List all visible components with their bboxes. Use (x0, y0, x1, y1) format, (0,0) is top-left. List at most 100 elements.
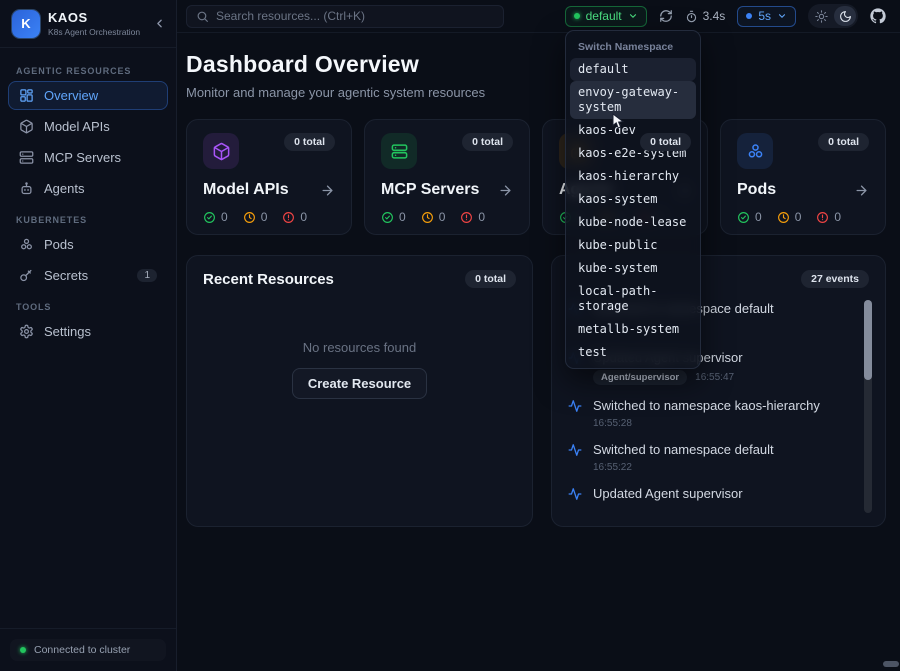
refresh-interval-selector[interactable]: 5s (737, 6, 796, 27)
card-pods[interactable]: 0 total Pods 0 0 0 (720, 119, 886, 235)
server-icon (19, 150, 34, 165)
check-circle-icon (737, 211, 750, 224)
page-subtitle: Monitor and manage your agentic system r… (186, 85, 886, 100)
recent-resources-title: Recent Resources (203, 271, 334, 288)
github-icon[interactable] (870, 8, 886, 24)
ready-stat: 0 (203, 210, 228, 224)
event-timestamp: 16:55:28 (593, 418, 632, 429)
namespace-option-test[interactable]: test (570, 341, 696, 364)
namespace-option-kube-system[interactable]: kube-system (570, 257, 696, 280)
sidebar-item-label: Model APIs (44, 119, 110, 134)
pending-stat: 0 (421, 210, 446, 224)
namespace-option-kube-node-lease[interactable]: kube-node-lease (570, 211, 696, 234)
sidebar-item-label: Overview (44, 88, 98, 103)
namespace-option-kube-public[interactable]: kube-public (570, 234, 696, 257)
total-badge: 0 total (818, 133, 869, 151)
namespace-option-metallb-system[interactable]: metallb-system (570, 318, 696, 341)
recent-resources-panel: Recent Resources 0 total No resources fo… (186, 255, 533, 527)
events-scrollbar-thumb[interactable] (864, 300, 872, 380)
event-timestamp: 16:55:22 (593, 462, 632, 473)
activity-pulse-icon (568, 487, 582, 501)
gear-icon (19, 324, 34, 339)
sidebar-item-mcp-servers[interactable]: MCP Servers (8, 143, 168, 172)
namespace-option-kaos-hierarchy[interactable]: kaos-hierarchy (570, 165, 696, 188)
card-mcp-servers[interactable]: 0 total MCP Servers 0 0 0 (364, 119, 530, 235)
main-content: Dashboard Overview Monitor and manage yo… (177, 33, 900, 671)
search-input[interactable] (216, 9, 494, 23)
sidebar-item-label: Agents (44, 181, 84, 196)
page-title: Dashboard Overview (186, 51, 886, 78)
collapse-sidebar-icon[interactable] (153, 17, 166, 30)
check-circle-icon (203, 211, 216, 224)
sidebar-item-secrets[interactable]: Secrets 1 (8, 261, 168, 290)
sidebar-item-agents[interactable]: Agents (8, 174, 168, 203)
secrets-count-badge: 1 (137, 269, 157, 282)
app-name: KAOS (48, 10, 145, 25)
sidebar: K KAOS K8s Agent Orchestration AGENTIC R… (0, 0, 177, 671)
section-label-agentic: AGENTIC RESOURCES (16, 66, 160, 76)
event-title: Switched to namespace default (593, 442, 774, 457)
topbar-controls: default 3.4s 5s (565, 4, 886, 28)
sidebar-item-settings[interactable]: Settings (8, 317, 168, 346)
sidebar-footer: Connected to cluster (0, 628, 176, 671)
namespace-dropdown-label: Switch Namespace (570, 35, 696, 58)
create-resource-button[interactable]: Create Resource (292, 368, 427, 399)
card-title: Model APIs (203, 181, 289, 199)
failed-stat: 0 (282, 210, 307, 224)
refresh-icon[interactable] (659, 9, 673, 23)
card-title: Pods (737, 181, 776, 199)
sidebar-item-model-apis[interactable]: Model APIs (8, 112, 168, 141)
namespace-option-kaos-system[interactable]: kaos-system (570, 188, 696, 211)
event-title: Switched to namespace kaos-hierarchy (593, 398, 820, 413)
sidebar-item-overview[interactable]: Overview (8, 81, 168, 110)
card-title: MCP Servers (381, 181, 479, 199)
interval-selector-value: 5s (758, 9, 771, 23)
pending-stat: 0 (243, 210, 268, 224)
namespace-option-envoy-gateway-system[interactable]: envoy-gateway-system (570, 81, 696, 119)
namespace-option-local-path-storage[interactable]: local-path-storage (570, 280, 696, 318)
total-badge: 0 total (640, 133, 691, 151)
alert-circle-icon (816, 211, 829, 224)
events-scrollbar[interactable] (864, 300, 872, 513)
events-count-badge: 27 events (801, 270, 869, 288)
total-badge: 0 total (465, 270, 516, 288)
arrow-right-icon (320, 183, 335, 198)
app-tagline: K8s Agent Orchestration (48, 27, 145, 37)
sidebar-item-label: MCP Servers (44, 150, 121, 165)
chevron-down-icon (777, 11, 787, 21)
total-badge: 0 total (284, 133, 335, 151)
card-model-apis[interactable]: 0 total Model APIs 0 0 0 (186, 119, 352, 235)
event-title: Updated Agent supervisor (593, 486, 743, 501)
failed-stat: 0 (816, 210, 841, 224)
horizontal-scrollbar[interactable] (883, 661, 899, 667)
app-logo: K (12, 10, 40, 38)
grid-icon (19, 88, 34, 103)
total-badge: 0 total (462, 133, 513, 151)
theme-toggle (808, 4, 858, 28)
namespace-dropdown-menu: Switch Namespace default envoy-gateway-s… (565, 30, 701, 369)
namespace-selector-value: default (586, 9, 622, 23)
event-row[interactable]: Switched to namespace kaos-hierarchy 16:… (568, 398, 851, 429)
namespace-option-default[interactable]: default (570, 58, 696, 81)
activity-pulse-icon (568, 399, 582, 429)
sidebar-header: K KAOS K8s Agent Orchestration (0, 0, 176, 48)
bot-icon (19, 181, 34, 196)
sidebar-item-pods[interactable]: Pods (8, 230, 168, 259)
key-icon (19, 268, 34, 283)
alert-circle-icon (460, 211, 473, 224)
moon-icon[interactable] (834, 6, 856, 26)
search-box[interactable] (186, 5, 504, 28)
sun-icon[interactable] (810, 6, 832, 26)
event-row[interactable]: Switched to namespace default 16:55:22 (568, 442, 851, 473)
app-title-block: KAOS K8s Agent Orchestration (48, 10, 145, 37)
check-circle-icon (381, 211, 394, 224)
event-row[interactable]: Updated Agent supervisor (568, 486, 851, 501)
namespace-selector[interactable]: default (565, 6, 647, 27)
interval-status-dot (746, 13, 752, 19)
event-resource-badge: Agent/supervisor (593, 370, 687, 385)
event-timestamp: 16:55:47 (695, 372, 734, 383)
clock-icon (777, 211, 790, 224)
stopwatch-icon (685, 10, 698, 23)
ready-stat: 0 (381, 210, 406, 224)
chevron-down-icon (628, 11, 638, 21)
